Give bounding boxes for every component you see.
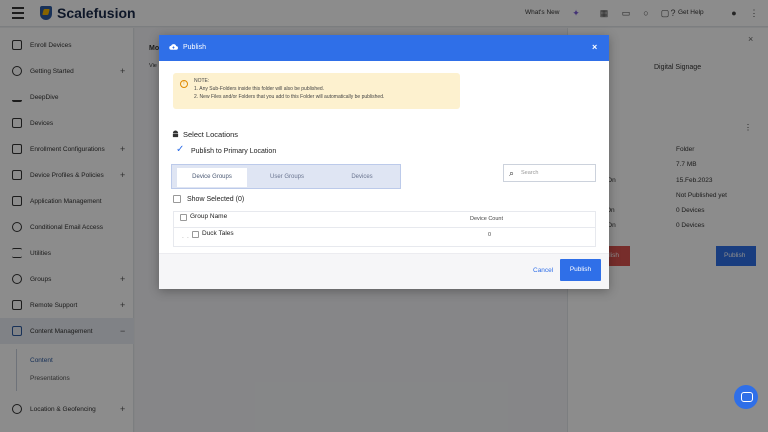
tab-device-groups[interactable]: Device Groups (177, 168, 247, 187)
column-header-group-name: Group Name (190, 213, 228, 220)
dialog-title: Publish (183, 44, 206, 51)
dialog-header: Publish × (159, 35, 609, 61)
close-icon[interactable]: × (592, 42, 597, 52)
note-heading: NOTE: (194, 78, 210, 84)
note-line: 1. Any Sub-Folders inside this folder wi… (194, 86, 325, 92)
column-header-device-count: Device Count (470, 216, 504, 222)
note-line: 2. New Files and/or Folders that you add… (194, 94, 385, 100)
row-divider (173, 227, 596, 228)
tab-devices[interactable]: Devices (327, 168, 397, 187)
checkmark-icon[interactable]: ✓ (176, 144, 184, 155)
table-row-device-count: 0 (488, 232, 492, 238)
search-input[interactable]: ⌕ Search (503, 164, 596, 182)
select-locations-title: Select Locations (183, 130, 239, 139)
row-checkbox[interactable] (192, 231, 199, 238)
publish-dialog: Publish × ! NOTE: 1. Any Sub-Folders ins… (159, 35, 609, 289)
cancel-button[interactable]: Cancel (533, 267, 553, 274)
table-row-group-name: Duck Tales (202, 230, 234, 237)
search-placeholder: Search (521, 170, 539, 176)
show-selected-label[interactable]: Show Selected (0) (187, 196, 244, 203)
publish-primary-location-option[interactable]: Publish to Primary Location (191, 148, 276, 155)
chat-support-button[interactable] (734, 385, 758, 409)
note-box: ! NOTE: 1. Any Sub-Folders inside this f… (173, 73, 460, 109)
info-icon: ! (180, 80, 188, 88)
show-selected-checkbox[interactable] (173, 195, 181, 203)
android-icon (172, 130, 179, 138)
groups-table (173, 211, 596, 247)
cloud-upload-icon (169, 44, 178, 50)
tab-user-groups[interactable]: User Groups (252, 168, 322, 187)
select-all-checkbox[interactable] (180, 214, 187, 221)
location-tabs: Device Groups User Groups Devices (171, 164, 401, 189)
search-icon: ⌕ (509, 168, 515, 178)
publish-button[interactable]: Publish (560, 259, 601, 281)
